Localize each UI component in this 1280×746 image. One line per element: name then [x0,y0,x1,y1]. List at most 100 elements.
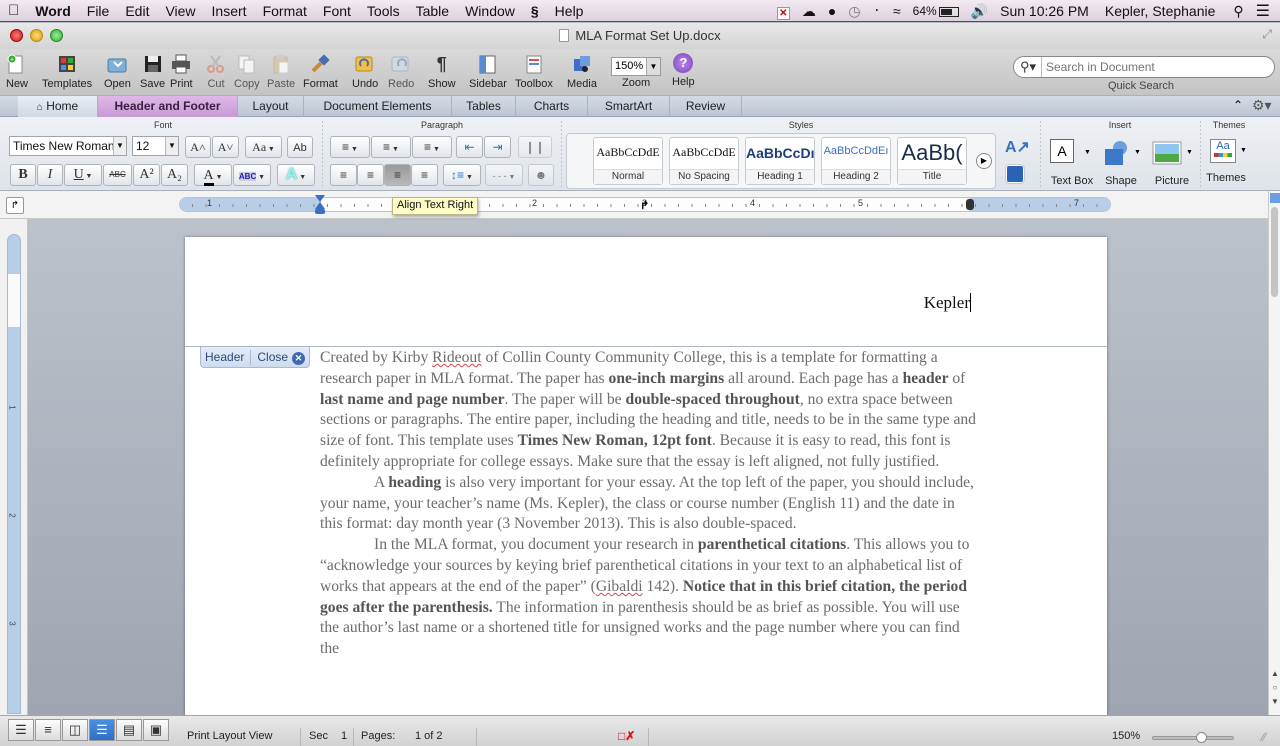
tab-charts[interactable]: Charts [516,96,588,117]
justify-button[interactable]: ≡ [411,164,438,186]
search-input[interactable] [1046,60,1266,74]
cloud-icon[interactable]: ☁ [796,3,822,20]
style-no-spacing[interactable]: AaBbCcDdE No Spacing [669,137,739,185]
font-color-button[interactable]: A ▼ [194,164,232,186]
battery-icon[interactable] [938,3,965,19]
split-view-icon[interactable] [1270,193,1280,203]
numbering-button[interactable]: ≡ ▼ [371,136,411,158]
apple-menu-icon[interactable]:  [0,2,27,19]
scrollbar-thumb[interactable] [1271,207,1278,297]
zoom-select[interactable]: 150% ▼ [611,57,661,76]
clock[interactable]: Sun 10:26 PM [994,3,1095,19]
columns-button[interactable]: ❙❙ [518,136,552,158]
chevron-down-icon[interactable]: ▼ [165,137,178,155]
copy-button[interactable]: Copy [234,53,260,90]
show-formatting-button[interactable]: ¶ Show [428,53,456,90]
format-painter-button[interactable]: Format [303,53,338,90]
menu-table[interactable]: Table [408,3,457,19]
menu-window[interactable]: Window [457,3,523,19]
underline-button[interactable]: U ▼ [64,164,102,186]
tab-tables[interactable]: Tables [452,96,516,117]
right-indent-marker[interactable] [966,199,974,210]
style-title[interactable]: AaBb(Title [897,137,967,185]
tab-smartart[interactable]: SmartArt [588,96,670,117]
vertical-scrollbar[interactable]: ▲ ○ ▼ [1268,191,1280,715]
close-header-button[interactable]: Close ✕ [257,350,306,365]
font-size-select[interactable]: 12 ▼ [132,136,179,156]
user-name[interactable]: Kepler, Stephanie [1095,3,1222,19]
right-tab-marker[interactable]: ↱ [640,199,649,212]
grow-font-button[interactable]: A˄ [185,136,211,158]
menu-view[interactable]: View [157,3,203,19]
multilevel-list-button[interactable]: ≡ ▼ [412,136,452,158]
chevron-down-icon[interactable]: ▼ [646,58,660,75]
cut-button[interactable]: Cut [205,53,227,90]
bullets-button[interactable]: ≡ ▼ [330,136,370,158]
paste-button[interactable]: Paste [267,53,295,90]
evernote-icon[interactable]: ● [822,3,842,19]
save-button[interactable]: Save [140,53,165,90]
decrease-indent-button[interactable]: ⇤ [456,136,483,158]
align-center-button[interactable]: ≡ [357,164,384,186]
italic-button[interactable]: I [37,164,63,186]
document-body[interactable]: Created by Kirby Rideout of Collin Count… [320,348,980,660]
show-hide-button[interactable]: ☻ [528,164,554,186]
tab-home[interactable]: ⌂ Home [18,96,98,117]
menu-help[interactable]: Help [547,3,592,19]
highlight-button[interactable]: ABC ▼ [233,164,271,186]
wifi-icon[interactable]: ≈ [887,3,907,19]
style-normal[interactable]: AaBbCcDdE Normal [593,137,663,185]
search-icon[interactable]: ⚲▾ [1020,59,1036,75]
vertical-ruler[interactable]: 1 2 3 [7,234,21,714]
publishing-layout-view-button[interactable]: ◫ [62,719,88,741]
superscript-button[interactable]: A² [133,164,160,186]
redo-button[interactable]: Redo [388,53,414,90]
open-button[interactable]: Open [104,53,131,90]
zoom-slider-knob[interactable] [1195,732,1207,743]
media-button[interactable]: Media [567,53,597,90]
menu-app-word[interactable]: Word [27,3,79,19]
new-button[interactable]: + New [6,53,28,90]
sidebar-button[interactable]: Sidebar [469,53,507,90]
focus-view-button[interactable]: ▣ [143,719,169,741]
zoom-slider[interactable] [1152,732,1234,743]
spelling-check-icon[interactable]: □✗ [618,729,635,743]
templates-button[interactable]: Templates [42,53,92,90]
tab-header-and-footer[interactable]: Header and Footer [98,96,238,117]
browse-object-icon[interactable]: ○ [1270,683,1280,696]
menu-insert[interactable]: Insert [204,3,255,19]
styles-next-button[interactable]: ▶ [976,153,992,169]
text-effects-button[interactable]: A ▼ [277,164,315,186]
clear-formatting-button[interactable]: Ab [287,136,313,158]
previous-page-icon[interactable]: ▲ [1270,669,1280,682]
search-field[interactable]: ⚲▾ [1013,56,1275,78]
paragraph[interactable]: A heading is also very important for you… [320,473,980,535]
ribbon-settings-gear-icon[interactable]: ⚙▾ [1252,97,1272,114]
page-header-region[interactable]: Kepler [185,237,1107,347]
align-left-button[interactable]: ≡ [330,164,357,186]
increase-indent-button[interactable]: ⇥ [484,136,511,158]
first-line-indent-marker[interactable] [315,195,325,217]
menu-file[interactable]: File [79,3,118,19]
resize-grip-icon[interactable]: ∕∕ [1262,730,1266,744]
status-x-icon[interactable]: ✕ [771,3,796,20]
change-case-button[interactable]: Aa ▼ [245,136,282,158]
header-label[interactable]: Header [205,350,244,364]
shrink-font-button[interactable]: A˅ [212,136,239,158]
align-right-button[interactable]: ≡ [384,164,411,186]
time-machine-icon[interactable]: ◷ [842,3,866,20]
bluetooth-icon[interactable]: ᛫ [867,3,887,19]
menu-script-icon[interactable]: § [523,3,547,19]
fullscreen-icon[interactable]: ⤢ [1262,27,1272,42]
menu-edit[interactable]: Edit [117,3,157,19]
shape-button[interactable]: ▼ Shape [1100,137,1142,189]
toolbox-button[interactable]: Toolbox [515,53,553,90]
menu-format[interactable]: Format [255,3,315,19]
notification-center-icon[interactable]: ☰ [1250,1,1280,21]
strikethrough-button[interactable]: ABC [103,164,132,186]
menu-font[interactable]: Font [315,3,359,19]
undo-button[interactable]: Undo [352,53,378,90]
tab-review[interactable]: Review [670,96,742,117]
picture-button[interactable]: ▼ Picture [1148,137,1196,189]
document-page[interactable]: Kepler Header Close ✕ Created by Kirby Ri… [185,237,1107,715]
